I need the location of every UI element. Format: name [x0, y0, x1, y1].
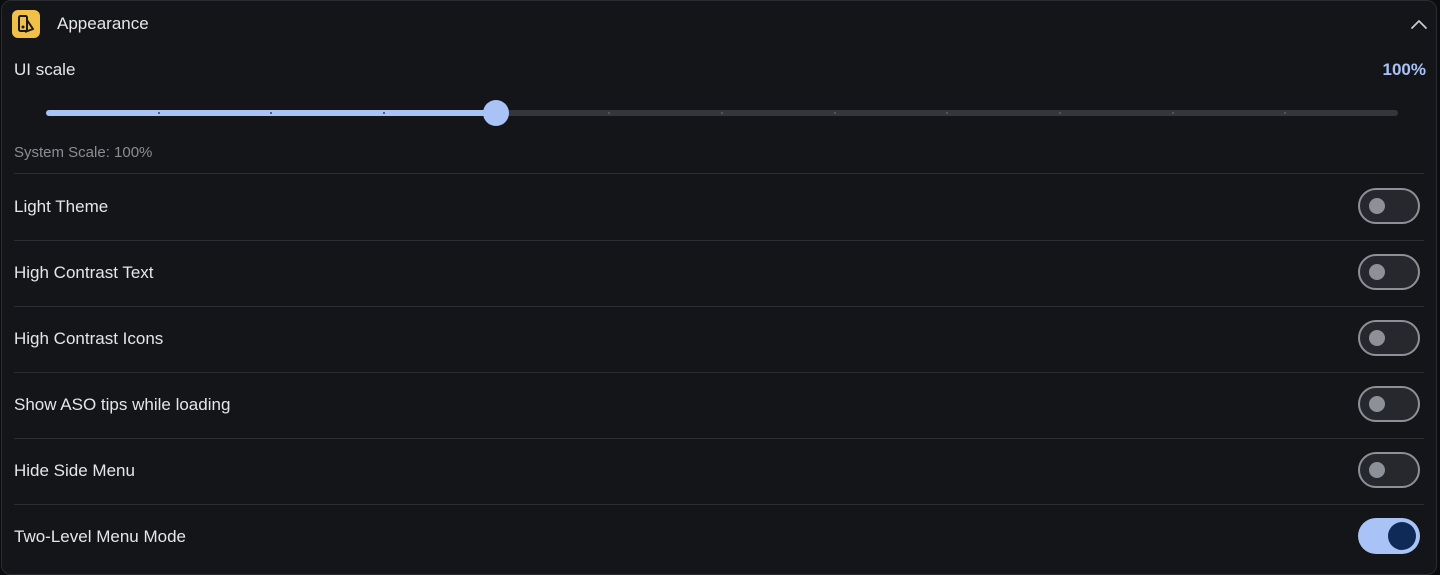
chevron-up-icon[interactable]	[1408, 13, 1430, 35]
toggle-knob	[1388, 522, 1416, 550]
slider-tick	[1059, 112, 1061, 114]
setting-label: High Contrast Text	[14, 263, 154, 282]
setting-row-two-level-menu: Two-Level Menu Mode	[2, 505, 1436, 571]
slider-tick	[721, 112, 723, 114]
two-level-menu-toggle[interactable]	[1358, 518, 1420, 554]
setting-label: High Contrast Icons	[14, 329, 164, 348]
toggle-knob	[1369, 330, 1385, 346]
show-aso-tips-toggle[interactable]	[1358, 386, 1420, 422]
high-contrast-text-toggle[interactable]	[1358, 254, 1420, 290]
setting-label: Two-Level Menu Mode	[14, 527, 186, 546]
slider-tick	[833, 112, 836, 114]
setting-row-high-contrast-icons: High Contrast Icons	[2, 307, 1436, 373]
section-title: Appearance	[57, 14, 149, 33]
ui-scale-label: UI scale	[14, 60, 76, 79]
toggle-knob	[1369, 396, 1385, 412]
system-scale-text: System Scale: 100%	[14, 144, 153, 161]
toggle-knob	[1369, 264, 1385, 280]
high-contrast-icons-toggle[interactable]	[1358, 320, 1420, 356]
toggle-knob	[1369, 462, 1385, 478]
setting-row-hide-side-menu: Hide Side Menu	[2, 439, 1436, 505]
setting-row-light-theme: Light Theme	[2, 175, 1436, 241]
ui-scale-value: 100%	[1382, 60, 1426, 79]
setting-row-show-aso-tips: Show ASO tips while loading	[2, 373, 1436, 439]
hide-side-menu-toggle[interactable]	[1358, 452, 1420, 488]
setting-row-high-contrast-text: High Contrast Text	[2, 241, 1436, 307]
setting-label: Light Theme	[14, 197, 109, 216]
appearance-app-icon	[12, 10, 40, 38]
slider-tick	[383, 112, 385, 114]
setting-label: Show ASO tips while loading	[14, 395, 231, 414]
light-theme-toggle[interactable]	[1358, 188, 1420, 224]
toggle-knob	[1369, 198, 1385, 214]
slider-tick	[157, 112, 160, 114]
section-header[interactable]: Appearance	[2, 1, 1436, 49]
ui-scale-slider[interactable]	[42, 99, 1402, 127]
appearance-panel: Appearance UI scale 100% System Scale: 1…	[1, 0, 1437, 575]
slider-tick	[1171, 112, 1174, 114]
slider-thumb[interactable]	[483, 100, 510, 126]
setting-label: Hide Side Menu	[14, 461, 135, 480]
divider	[14, 173, 1424, 174]
